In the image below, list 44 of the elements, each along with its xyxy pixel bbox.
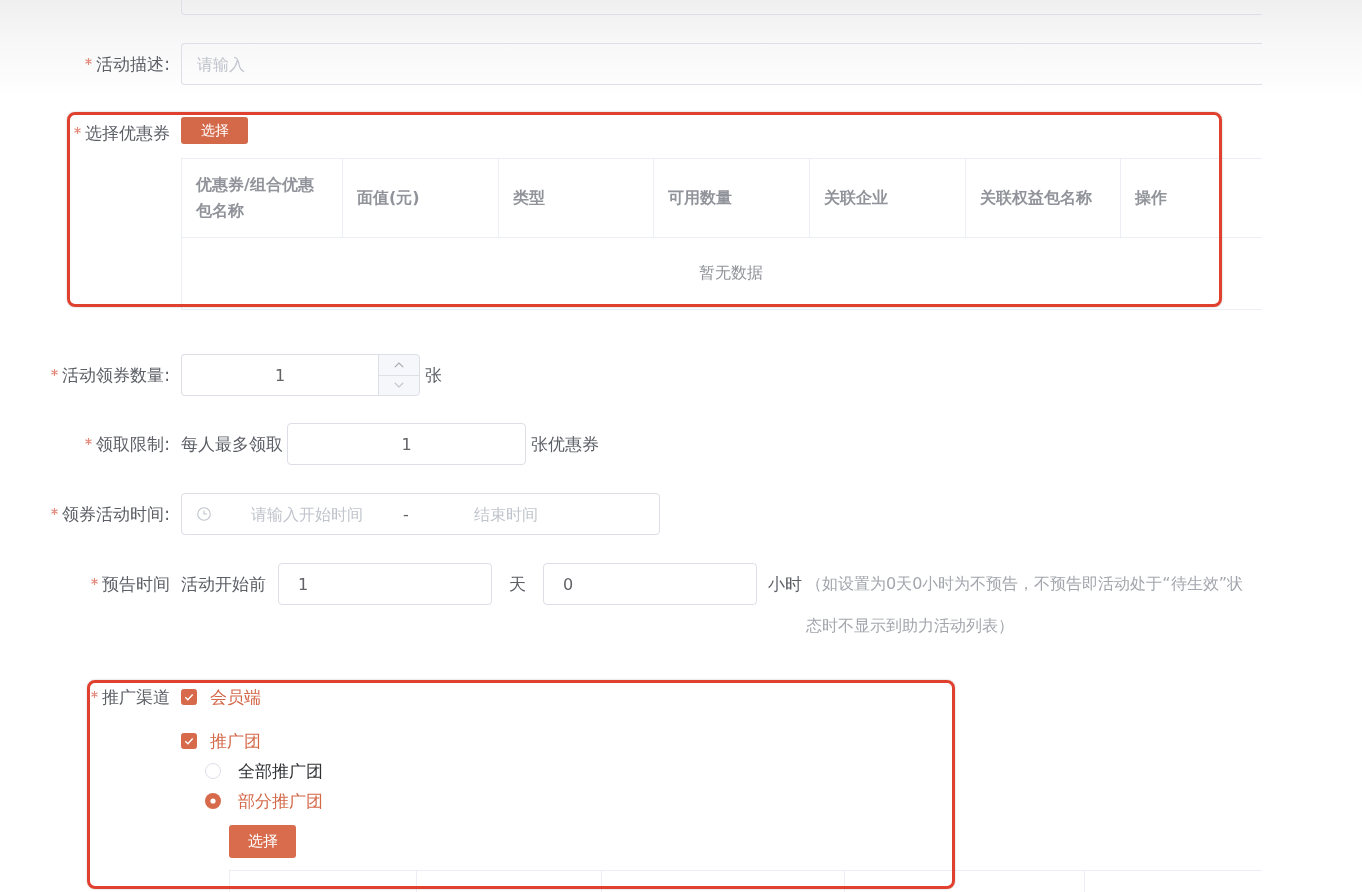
quantity-input[interactable]: 1 [287, 423, 526, 465]
checkbox-label[interactable]: 推广团 [210, 729, 261, 753]
field-label: 活动描述: [96, 52, 170, 76]
checkbox[interactable] [181, 733, 197, 749]
radio-button[interactable] [205, 763, 221, 779]
table-header-cell: 优惠券/组合优惠包名称 [181, 158, 343, 238]
table-header-cell: 可用数量 [653, 158, 810, 238]
field-label: 选择优惠券 [85, 121, 170, 145]
clock-icon [197, 507, 211, 521]
days-input[interactable]: 1 [278, 563, 492, 605]
number-input[interactable]: 1 [181, 354, 378, 396]
radio-button[interactable] [205, 793, 221, 809]
radio-label[interactable]: 部分推广团 [238, 789, 323, 813]
date-range-picker[interactable]: 请输入开始时间 - 结束时间 [181, 493, 660, 535]
hint-text: （如设置为0天0小时为不预告，不预告即活动处于“待生效”状态时不显示到助力活动列表） [806, 573, 1244, 637]
select-button[interactable]: 选择 [229, 825, 296, 858]
field-label: 活动领券数量: [62, 363, 170, 387]
chevron-up-icon [394, 361, 404, 368]
prefix-text: 活动开始前 [181, 573, 266, 596]
field-label: 领券活动时间: [62, 502, 170, 526]
field-label: 领取限制: [96, 432, 170, 456]
select-button[interactable]: 选择 [181, 117, 248, 144]
start-time-input[interactable]: 请输入开始时间 [225, 499, 388, 529]
chevron-down-icon [394, 382, 404, 389]
field-label: 推广渠道 [102, 685, 170, 709]
empty-message: 暂无数据 [181, 237, 1262, 310]
range-separator: - [402, 504, 410, 524]
table-header-cell: 操作 [1120, 158, 1262, 238]
radio-label[interactable]: 全部推广团 [238, 759, 323, 783]
checkbox-label[interactable]: 会员端 [210, 685, 261, 709]
table-header-cell: 类型 [498, 158, 654, 238]
end-time-input[interactable]: 结束时间 [424, 499, 587, 529]
text-input[interactable]: 请输入 [181, 43, 1262, 85]
table-header-cell: 面值(元) [342, 158, 499, 238]
unit-text: 小时 [768, 573, 802, 596]
hours-input[interactable]: 0 [543, 563, 757, 605]
field-label: 预告时间 [102, 572, 170, 596]
table-header-cell: 关联权益包名称 [965, 158, 1121, 238]
unit-text: 张优惠券 [531, 432, 599, 456]
unit-text: 天 [509, 573, 526, 596]
table-header-cell: 关联企业 [809, 158, 966, 238]
checkbox[interactable] [181, 689, 197, 705]
prefix-text: 每人最多领取 [181, 432, 283, 456]
unit-text: 张 [425, 363, 442, 387]
